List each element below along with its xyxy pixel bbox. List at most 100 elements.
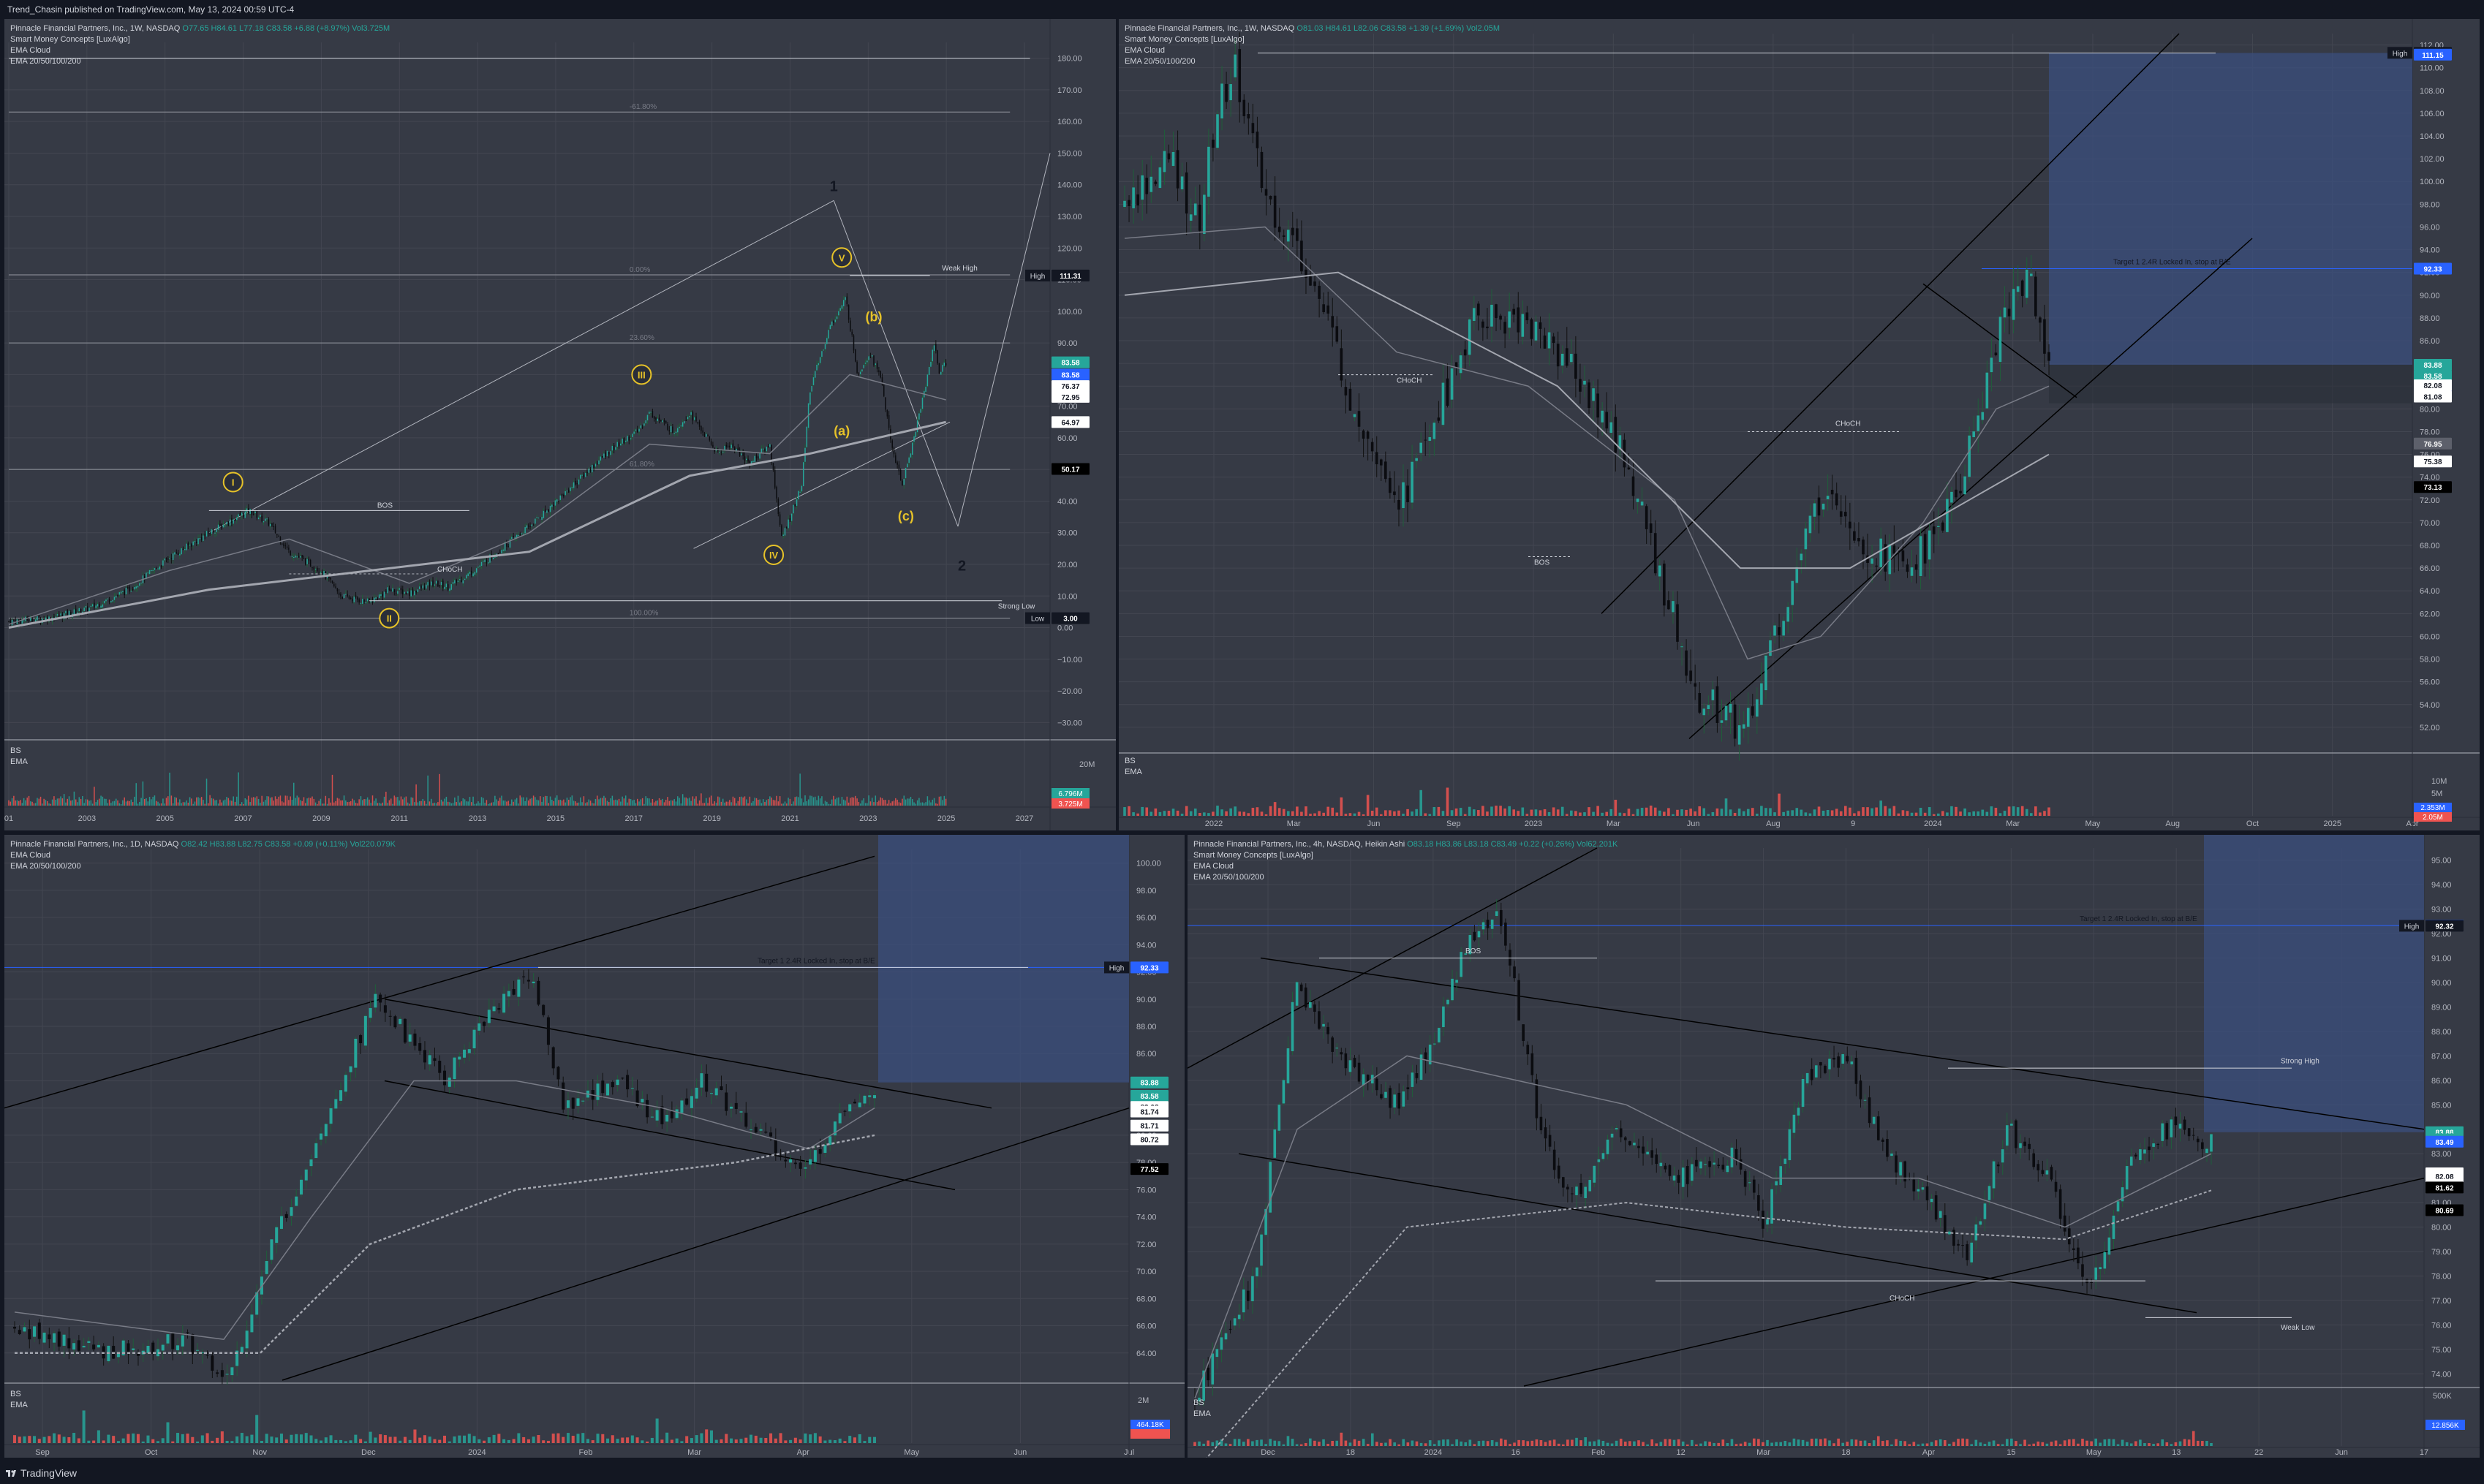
volume-bar [142, 781, 144, 806]
price-chart-svg[interactable]: 100.0098.0096.0094.0092.0090.0088.0086.0… [4, 835, 1185, 1458]
candle [942, 365, 943, 372]
volume-bar [2058, 1444, 2062, 1446]
volume-bar [1340, 1432, 1343, 1446]
volume-bar [348, 801, 350, 806]
volume-bar [1389, 810, 1392, 816]
candle [405, 593, 407, 594]
volume-bar [731, 802, 732, 806]
chart-legend: Pinnacle Financial Partners, Inc., 1W, N… [10, 23, 390, 67]
candle [747, 458, 749, 462]
chart-panel-weekly[interactable]: Pinnacle Financial Partners, Inc., 1W, N… [4, 19, 1116, 830]
candle [719, 452, 720, 453]
volume-bar [1955, 806, 1958, 816]
indicator-smc[interactable]: Smart Money Concepts [LuxAlgo] [10, 34, 390, 45]
volume-bar [1592, 811, 1595, 816]
volume-bar [546, 1440, 550, 1443]
candle [1925, 1186, 1929, 1200]
candle [67, 610, 68, 616]
candle [388, 1015, 392, 1017]
candle [855, 349, 856, 362]
indicator-smc[interactable]: Smart Money Concepts [LuxAlgo] [1125, 34, 1500, 45]
volume-bar [1247, 1439, 1250, 1446]
x-tick-label: Aug [1766, 819, 1781, 828]
candle [1340, 348, 1343, 381]
volume-bar [113, 800, 116, 806]
chart-panel-4h[interactable]: Pinnacle Financial Partners, Inc., 4h, N… [1188, 835, 2480, 1458]
volume-bar [578, 802, 580, 806]
candle [1751, 706, 1754, 716]
price-chart-svg[interactable]: 112.00110.00108.00106.00104.00102.00100.… [1119, 19, 2480, 830]
candle [1251, 123, 1255, 134]
volume-bar [1477, 1441, 1481, 1446]
indicator-smc[interactable]: Smart Money Concepts [LuxAlgo] [1193, 850, 1617, 861]
volume-bar [1752, 1438, 1756, 1446]
volume-bar [1459, 808, 1462, 816]
volume-bar [2025, 809, 2028, 816]
volume-bar [707, 803, 709, 806]
indicator-ema-ribbon[interactable]: EMA 20/50/100/200 [10, 861, 396, 872]
candle [1534, 321, 1538, 341]
candle [2063, 1215, 2066, 1232]
candle [1508, 311, 1511, 328]
indicator-ema-ribbon[interactable]: EMA 20/50/100/200 [1193, 872, 1617, 883]
volume-bar [146, 1435, 150, 1443]
candle [85, 606, 87, 607]
indicator-ema-cloud[interactable]: EMA Cloud [10, 850, 396, 861]
candle [312, 567, 313, 569]
candle [67, 1338, 71, 1349]
candle [1242, 99, 1246, 116]
volume-bar [21, 803, 23, 806]
volume-bar [479, 803, 480, 806]
candle [1805, 1072, 1809, 1083]
volume-bar [938, 796, 940, 806]
volume-bar [1760, 806, 1763, 816]
candle [1530, 319, 1533, 339]
tradingview-logo-icon[interactable] [6, 1468, 16, 1478]
volume-bar [73, 791, 75, 806]
volume-bar [489, 803, 491, 806]
volume-bar [558, 800, 559, 806]
candle [499, 552, 501, 553]
indicator-ema-cloud[interactable]: EMA Cloud [1125, 45, 1500, 56]
indicator-ema-ribbon[interactable]: EMA 20/50/100/200 [10, 56, 390, 67]
volume-bar [1442, 1439, 1445, 1446]
volume-bar [445, 796, 448, 806]
candle [764, 1131, 768, 1133]
indicator-ema-ribbon[interactable]: EMA 20/50/100/200 [1125, 56, 1500, 67]
volume-bar [1291, 1439, 1294, 1446]
indicator-ema-cloud[interactable]: EMA Cloud [1193, 861, 1617, 872]
volume-bar [1963, 808, 1966, 816]
candle [347, 594, 348, 597]
candle [300, 556, 301, 558]
candle [309, 1159, 313, 1167]
volume-bar [15, 800, 16, 806]
volume-bar [1773, 812, 1776, 816]
candle [695, 1087, 698, 1099]
volume-bar [1645, 807, 1648, 816]
chart-panel-daily[interactable]: Pinnacle Financial Partners, Inc., 1D, N… [4, 835, 1185, 1458]
indicator-ema-cloud[interactable]: EMA Cloud [10, 45, 390, 56]
candle [1380, 1094, 1383, 1099]
candle [1544, 1127, 1547, 1139]
price-tag-label: 81.08 [2423, 394, 2442, 402]
candle [120, 591, 122, 594]
volume-bar [596, 1434, 600, 1443]
candle [479, 565, 480, 567]
volume-bar [646, 798, 649, 806]
candle [885, 397, 886, 410]
volume-bar [548, 803, 549, 806]
price-chart-svg[interactable]: 180.00170.00160.00150.00140.00130.00120.… [4, 19, 1116, 830]
x-tick-label: Feb [579, 1448, 593, 1457]
volume-bar [219, 799, 221, 806]
y-tick-label: 94.00 [2420, 246, 2440, 255]
volume-bar [1824, 1438, 1827, 1446]
brand-name[interactable]: TradingView [20, 1467, 77, 1479]
volume-bar [2019, 1444, 2022, 1446]
price-tag-label: 76.37 [1061, 383, 1079, 391]
candle [553, 504, 554, 507]
elliott-wave-label: III [638, 369, 646, 380]
volume-bar [553, 800, 554, 806]
candle [613, 445, 615, 450]
chart-panel-weekly-zoom[interactable]: Pinnacle Financial Partners, Inc., 1W, N… [1119, 19, 2480, 830]
price-chart-svg[interactable]: 95.0094.0093.0092.0091.0090.0089.0088.00… [1188, 835, 2480, 1458]
